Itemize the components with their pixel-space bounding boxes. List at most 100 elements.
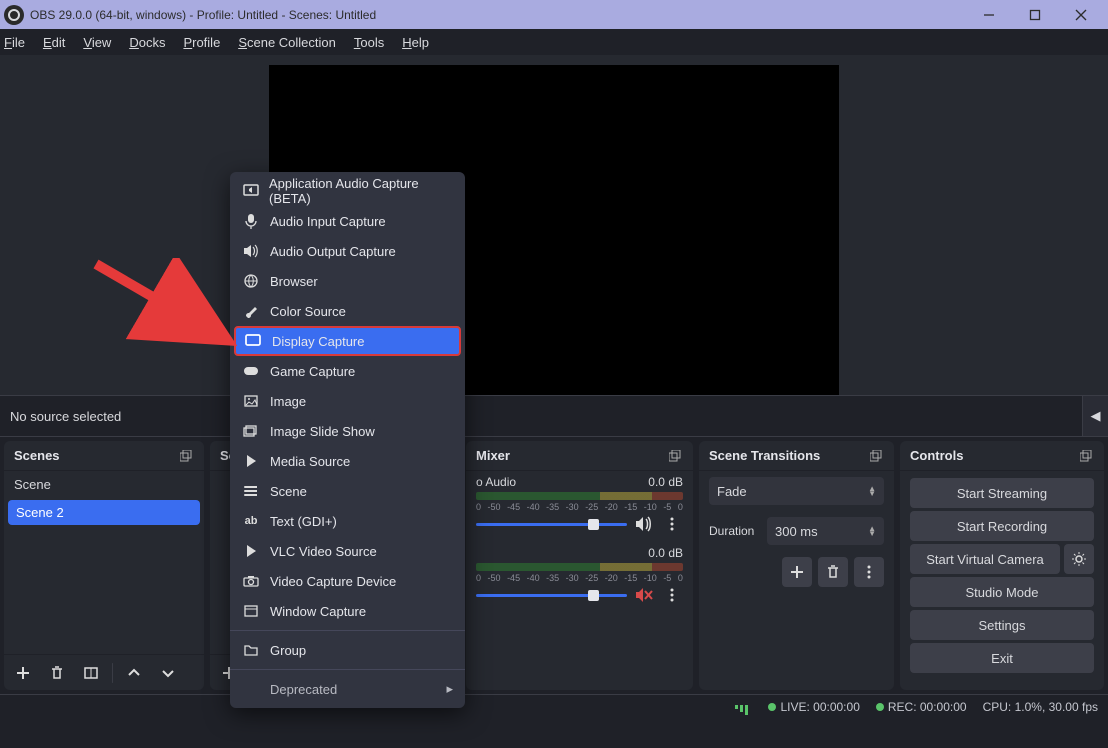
speaker-icon: [242, 244, 260, 258]
start-streaming-button[interactable]: Start Streaming: [910, 478, 1094, 508]
start-virtual-camera-button[interactable]: Start Virtual Camera: [910, 544, 1060, 574]
cm-item-app-audio[interactable]: Application Audio Capture (BETA): [230, 176, 465, 206]
mic-icon: [242, 213, 260, 229]
scenes-title: Scenes: [14, 448, 60, 463]
transitions-title: Scene Transitions: [709, 448, 820, 463]
menu-tools[interactable]: Tools: [354, 35, 384, 50]
menu-help[interactable]: Help: [402, 35, 429, 50]
channel-more-button[interactable]: [661, 516, 683, 532]
cm-item-video-capture[interactable]: Video Capture Device: [230, 566, 465, 596]
speaker-icon[interactable]: [635, 516, 653, 532]
scene-remove-button[interactable]: [42, 658, 72, 688]
audio-meter: [476, 563, 683, 571]
scenes-popout-icon[interactable]: [178, 448, 194, 464]
studio-mode-button[interactable]: Studio Mode: [910, 577, 1094, 607]
window-title: OBS 29.0.0 (64-bit, windows) - Profile: …: [30, 8, 376, 22]
settings-button[interactable]: Settings: [910, 610, 1094, 640]
image-icon: [242, 395, 260, 407]
cm-item-display-capture[interactable]: Display Capture: [234, 326, 461, 356]
cm-item-color-source[interactable]: Color Source: [230, 296, 465, 326]
window-maximize-button[interactable]: [1012, 0, 1058, 29]
scene-filter-button[interactable]: [76, 658, 106, 688]
status-bar: LIVE: 00:00:00 REC: 00:00:00 CPU: 1.0%, …: [0, 694, 1108, 718]
controls-dock: Controls Start Streaming Start Recording…: [900, 441, 1104, 690]
play-icon: [242, 454, 260, 468]
menu-docks[interactable]: Docks: [129, 35, 165, 50]
menu-profile[interactable]: Profile: [183, 35, 220, 50]
channel-more-button[interactable]: [661, 587, 683, 603]
channel-db: 0.0 dB: [648, 475, 683, 489]
status-rec: REC: 00:00:00: [888, 700, 967, 714]
status-live-dot-icon: [768, 703, 776, 711]
no-source-selected-label: No source selected: [10, 409, 121, 424]
cm-item-text-gdi[interactable]: abText (GDI+): [230, 506, 465, 536]
status-live: LIVE: 00:00:00: [780, 700, 859, 714]
monitor-icon: [244, 334, 262, 348]
cm-item-media-source[interactable]: Media Source: [230, 446, 465, 476]
cm-item-browser[interactable]: Browser: [230, 266, 465, 296]
mixer-title: Mixer: [476, 448, 510, 463]
properties-collapse-button[interactable]: ◀: [1082, 396, 1108, 436]
audio-meter: [476, 492, 683, 500]
cm-item-image[interactable]: Image: [230, 386, 465, 416]
cm-item-vlc-source[interactable]: VLC Video Source: [230, 536, 465, 566]
cm-item-group[interactable]: Group: [230, 635, 465, 665]
status-rec-dot-icon: [876, 703, 884, 711]
cm-item-game-capture[interactable]: Game Capture: [230, 356, 465, 386]
duration-input[interactable]: 300 ms▲▼: [767, 517, 884, 545]
play-icon: [242, 544, 260, 558]
virtual-camera-settings-button[interactable]: [1064, 544, 1094, 574]
volume-slider[interactable]: [476, 594, 627, 597]
duration-label: Duration: [709, 524, 761, 538]
controls-popout-icon[interactable]: [1078, 448, 1094, 464]
gamepad-icon: [242, 365, 260, 377]
transition-more-button[interactable]: [854, 557, 884, 587]
mixer-channel-desktop-audio: o Audio0.0 dB 0-50-45-40-35-30-25-20-15-…: [466, 471, 693, 536]
scene-item-selected[interactable]: Scene 2: [8, 500, 200, 525]
scene-transitions-dock: Scene Transitions Fade▲▼ Duration 300 ms…: [699, 441, 894, 690]
source-properties-bar: No source selected ◀: [0, 395, 1108, 437]
cm-item-image-slideshow[interactable]: Image Slide Show: [230, 416, 465, 446]
scene-item[interactable]: Scene: [4, 471, 204, 498]
chevron-right-icon: ▸: [446, 681, 453, 697]
cm-item-window-capture[interactable]: Window Capture: [230, 596, 465, 626]
volume-slider[interactable]: [476, 523, 627, 526]
mixer-popout-icon[interactable]: [667, 448, 683, 464]
scene-add-button[interactable]: [8, 658, 38, 688]
transition-select[interactable]: Fade▲▼: [709, 477, 884, 505]
window-close-button[interactable]: [1058, 0, 1104, 29]
exit-button[interactable]: Exit: [910, 643, 1094, 673]
menu-edit[interactable]: Edit: [43, 35, 65, 50]
app-audio-icon: [242, 184, 259, 198]
scenes-toolbar: [4, 654, 204, 690]
mixer-channel-mic-aux: 0.0 dB 0-50-45-40-35-30-25-20-15-10-50: [466, 542, 693, 607]
scenes-dock: Scenes Scene Scene 2: [4, 441, 204, 690]
window-icon: [242, 605, 260, 617]
transition-add-button[interactable]: [782, 557, 812, 587]
cm-item-deprecated[interactable]: Deprecated▸: [230, 674, 465, 704]
globe-icon: [242, 274, 260, 288]
status-network-icon: [735, 698, 752, 715]
brush-icon: [242, 304, 260, 318]
camera-icon: [242, 575, 260, 587]
window-minimize-button[interactable]: [966, 0, 1012, 29]
preview-area: [0, 55, 1108, 395]
menu-file[interactable]: File: [4, 35, 25, 50]
scene-move-down-button[interactable]: [153, 658, 183, 688]
speaker-muted-icon[interactable]: [635, 587, 653, 603]
menu-scene-collection[interactable]: Scene Collection: [238, 35, 336, 50]
start-recording-button[interactable]: Start Recording: [910, 511, 1094, 541]
audio-mixer-dock: Mixer o Audio0.0 dB 0-50-45-40-35-30-25-…: [466, 441, 693, 690]
add-source-context-menu: Application Audio Capture (BETA) Audio I…: [230, 172, 465, 708]
cm-item-audio-output[interactable]: Audio Output Capture: [230, 236, 465, 266]
scene-move-up-button[interactable]: [119, 658, 149, 688]
menu-view[interactable]: View: [83, 35, 111, 50]
transition-remove-button[interactable]: [818, 557, 848, 587]
list-icon: [242, 485, 260, 497]
folder-icon: [242, 644, 260, 656]
controls-title: Controls: [910, 448, 963, 463]
transitions-popout-icon[interactable]: [868, 448, 884, 464]
cm-item-audio-input[interactable]: Audio Input Capture: [230, 206, 465, 236]
cm-item-scene[interactable]: Scene: [230, 476, 465, 506]
menubar: File Edit View Docks Profile Scene Colle…: [0, 29, 1108, 55]
